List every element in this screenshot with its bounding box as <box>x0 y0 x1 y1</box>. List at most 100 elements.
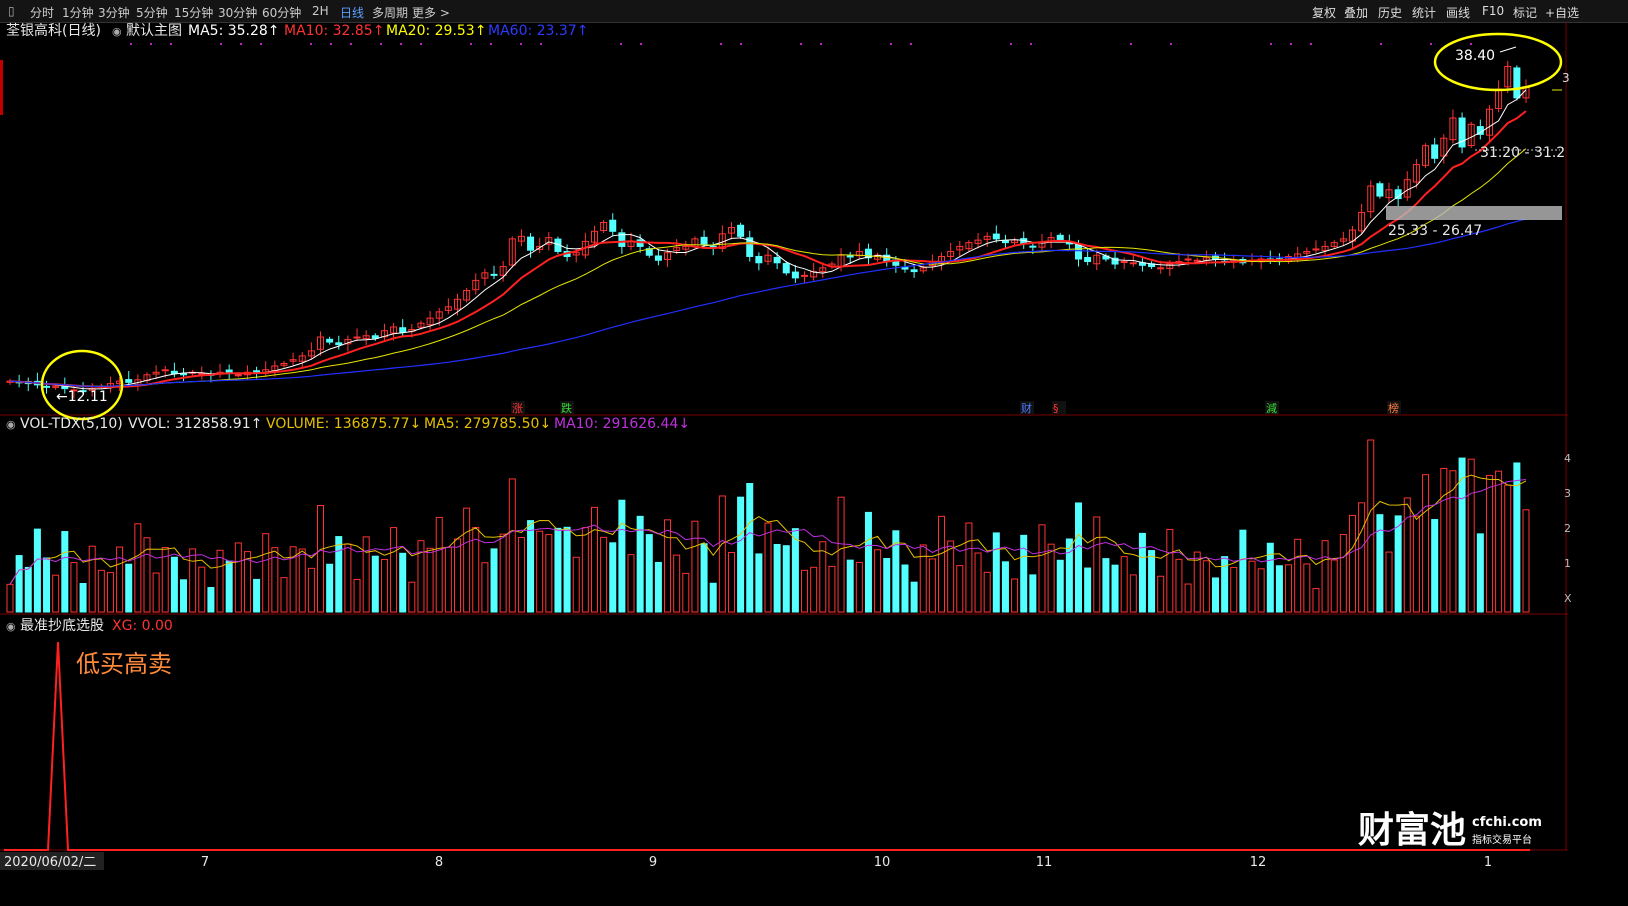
volume-bar-48 <box>444 546 452 613</box>
marker-dot-14 <box>520 43 522 45</box>
volume-bar-105 <box>965 522 973 613</box>
volume-bar-152 <box>1394 515 1402 613</box>
marker-dot-33 <box>1470 43 1472 45</box>
volume-bar-121 <box>1111 564 1119 613</box>
volume-bar-129 <box>1184 583 1192 613</box>
volume-bar-40 <box>371 555 379 613</box>
volume-bar-27 <box>253 578 261 613</box>
volume-bar-36 <box>335 536 343 613</box>
high-highlight-circle <box>1433 32 1563 92</box>
volume-bar-32 <box>298 548 306 613</box>
volume-bar-104 <box>956 565 964 613</box>
volume-bar-19 <box>180 579 188 613</box>
candle-body-87 <box>801 274 809 277</box>
volume-bar-73 <box>673 554 681 613</box>
candle-body-99 <box>910 269 918 273</box>
event-marker-3: § <box>1053 402 1059 415</box>
candle-body-115 <box>1056 234 1064 241</box>
volume-ma5: MA5: 279785.50↓ <box>424 416 551 432</box>
marker-dot-23 <box>910 43 912 45</box>
volume-bar-72 <box>664 519 672 613</box>
volume-bar-163 <box>1495 470 1503 613</box>
volume-bar-124 <box>1138 532 1146 613</box>
candle-body-143 <box>1312 248 1320 251</box>
zone-label-upper: 31.20 - 31.2 <box>1480 145 1565 161</box>
volume-bar-18 <box>170 556 178 613</box>
volume-vvol: VVOL: 312858.91↑ <box>128 416 262 432</box>
candle-body-98 <box>901 267 909 270</box>
volume-bar-37 <box>344 543 352 613</box>
candle-body-118 <box>1084 256 1092 263</box>
x-axis-month-2: 9 <box>649 855 657 870</box>
candles <box>6 60 1530 399</box>
volume-bar-41 <box>380 559 388 613</box>
marker-dot-16 <box>620 43 622 45</box>
volume-bar-109 <box>1001 561 1009 613</box>
indicator-panel-icon: ◉ <box>6 620 16 633</box>
volume-bar-137 <box>1257 568 1265 613</box>
volume-ma10-line <box>9 479 1527 585</box>
marker-dot-29 <box>1290 43 1292 45</box>
low-price-label: ←12.11 <box>56 389 108 405</box>
volume-bar-5 <box>52 574 60 613</box>
event-marker-1: 跌 <box>561 401 572 415</box>
volume-bar-14 <box>134 523 142 613</box>
marker-dot-10 <box>400 43 402 45</box>
volume-bar-22 <box>207 587 215 613</box>
volume-bar-67 <box>618 499 626 613</box>
main-template: 默认主图 <box>126 23 182 39</box>
volume-bar-50 <box>463 507 471 613</box>
volume-bar-111 <box>1020 534 1028 613</box>
volume-bar-93 <box>855 561 863 613</box>
candle-body-18 <box>170 370 178 375</box>
marker-dot-25 <box>1030 43 1032 45</box>
volume-bar-115 <box>1056 559 1064 613</box>
volume-bar-77 <box>709 582 717 613</box>
volume-bar-135 <box>1239 529 1247 613</box>
candle-body-35 <box>326 338 334 343</box>
volume-bar-7 <box>70 562 78 613</box>
template-icon: ◉ <box>112 25 122 38</box>
volume-bar-96 <box>883 557 891 613</box>
marker-dot-0 <box>130 43 132 45</box>
volume-bar-133 <box>1221 556 1229 613</box>
volume-bar-30 <box>280 577 288 613</box>
volume-bar-138 <box>1266 542 1274 613</box>
candle-body-92 <box>846 255 854 258</box>
volume-bar-1 <box>15 555 23 613</box>
volume-bar-157 <box>1440 467 1448 613</box>
marker-dot-12 <box>470 43 472 45</box>
volume-bar-158 <box>1449 470 1457 613</box>
candle-body-82 <box>755 255 763 264</box>
volume-bar-44 <box>408 581 416 613</box>
volume-bar-13 <box>125 563 133 613</box>
marker-dot-18 <box>720 43 722 45</box>
volume-bar-149 <box>1367 439 1375 613</box>
volume-title: VOL-TDX(5,10) <box>20 416 123 432</box>
volume-bar-65 <box>600 536 608 613</box>
volume-bar-81 <box>746 482 754 613</box>
volume-bar-155 <box>1422 474 1430 613</box>
watermark-brand: 财富池 <box>1358 809 1466 851</box>
high-arrow <box>1499 46 1517 53</box>
watermark-domain: cfchi.com <box>1472 815 1542 830</box>
volume-bar-144 <box>1321 540 1329 613</box>
main-title: 荃银高科(日线) <box>6 22 101 39</box>
volume-bar-102 <box>938 515 946 613</box>
volume-bar-28 <box>262 533 270 613</box>
marker-dot-28 <box>1270 43 1272 45</box>
high-price-label: 38.40 <box>1455 48 1495 64</box>
volume-bar-25 <box>234 542 242 613</box>
volume-bar-79 <box>727 552 735 613</box>
volume-bar-33 <box>307 567 315 613</box>
volume-bar-8 <box>79 582 87 613</box>
volume-bar-146 <box>1339 533 1347 613</box>
marker-dot-17 <box>640 43 642 45</box>
volume-bar-139 <box>1275 565 1283 613</box>
ma-label-3: MA60: 23.37↑ <box>488 23 588 39</box>
x-axis-month-6: 1 <box>1484 855 1492 870</box>
ma-label-0: MA5: 35.28↑ <box>188 23 280 39</box>
volume-bar-106 <box>974 552 982 613</box>
volume-bar-131 <box>1202 560 1210 613</box>
event-marker-4: 減 <box>1266 401 1277 415</box>
